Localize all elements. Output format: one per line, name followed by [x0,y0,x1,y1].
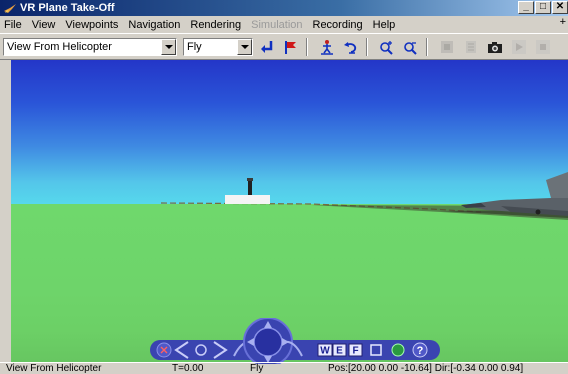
menu-help[interactable]: Help [373,19,396,31]
menu-file[interactable]: File [4,19,22,31]
status-nav-mode: Fly [250,363,264,374]
chevron-down-icon[interactable] [161,38,176,55]
scene-overlay [160,172,568,220]
zoom-in-button[interactable] [377,37,397,57]
menu-simulation[interactable]: Simulation [251,19,302,31]
play-button[interactable] [509,37,529,57]
undo-move-button[interactable] [341,37,361,57]
status-position: Pos:[20.00 0.00 -10.64] Dir:[-0.34 0.00 … [328,363,524,374]
svg-text:W: W [320,346,330,357]
capture-frame-button[interactable] [485,37,505,57]
person-icon [321,39,333,55]
toolbar: View From Helicopter Fly [0,33,568,60]
minimize-button[interactable]: _ [518,1,534,14]
hangar-building [225,195,270,204]
flag-icon [285,40,296,54]
status-bar: View From Helicopter T=0.00 Fly Pos:[20.… [0,362,568,374]
zoom-in-icon [380,40,393,55]
camera-icon [488,41,502,53]
nav-headlight-icon[interactable] [391,343,405,357]
menu-viewpoints[interactable]: Viewpoints [65,19,118,31]
close-button[interactable]: ✕ [552,1,568,14]
menu-overflow[interactable]: + [560,16,566,28]
document-icon [466,40,476,53]
menu-navigation[interactable]: Navigation [128,19,180,31]
undo-icon [344,41,357,54]
navigation-panel: W E F ? [150,318,440,364]
menu-rendering[interactable]: Rendering [190,19,241,31]
navigation-mode-select[interactable]: Fly [183,37,253,56]
viewpoint-select[interactable]: View From Helicopter [3,37,177,56]
create-viewpoint-button[interactable] [281,37,301,57]
viewpoint-select-value: View From Helicopter [7,40,112,53]
nav-f-button[interactable]: F [348,343,363,357]
menu-view[interactable]: View [32,19,56,31]
zoom-out-icon [404,41,417,55]
chevron-down-icon[interactable] [237,38,252,55]
record-button[interactable] [437,37,457,57]
3d-viewport[interactable] [11,60,568,362]
svg-text:E: E [336,346,343,357]
toolbar-separator [306,37,308,56]
nav-help-label: ? [417,345,424,357]
menu-recording[interactable]: Recording [313,19,363,31]
stop-icon [536,39,550,54]
status-viewpoint: View From Helicopter [6,363,102,374]
maximize-button[interactable]: □ [535,1,551,14]
window-title: VR Plane Take-Off [20,2,115,14]
zoom-out-button[interactable] [401,37,421,57]
svg-text:F: F [352,346,358,357]
control-tower-top [247,178,253,181]
stop-button[interactable] [533,37,553,57]
record-settings-button[interactable] [461,37,481,57]
return-to-viewpoint-button[interactable] [257,37,277,57]
record-icon [441,40,453,53]
toolbar-separator [426,37,428,56]
toolbar-separator [366,37,368,56]
navigation-mode-value: Fly [187,40,202,53]
nav-wheel-center[interactable] [253,327,283,357]
menu-bar: File View Viewpoints Navigation Renderin… [0,16,568,33]
status-time: T=0.00 [172,363,204,374]
app-icon [3,2,17,14]
nav-w-button[interactable]: W [317,343,333,357]
straighten-up-button[interactable] [317,37,337,57]
return-arrow-icon [261,40,273,53]
control-tower [248,180,252,195]
nav-e-button[interactable]: E [332,343,347,357]
play-icon [512,39,526,54]
title-bar: VR Plane Take-Off _ □ ✕ [0,0,568,16]
